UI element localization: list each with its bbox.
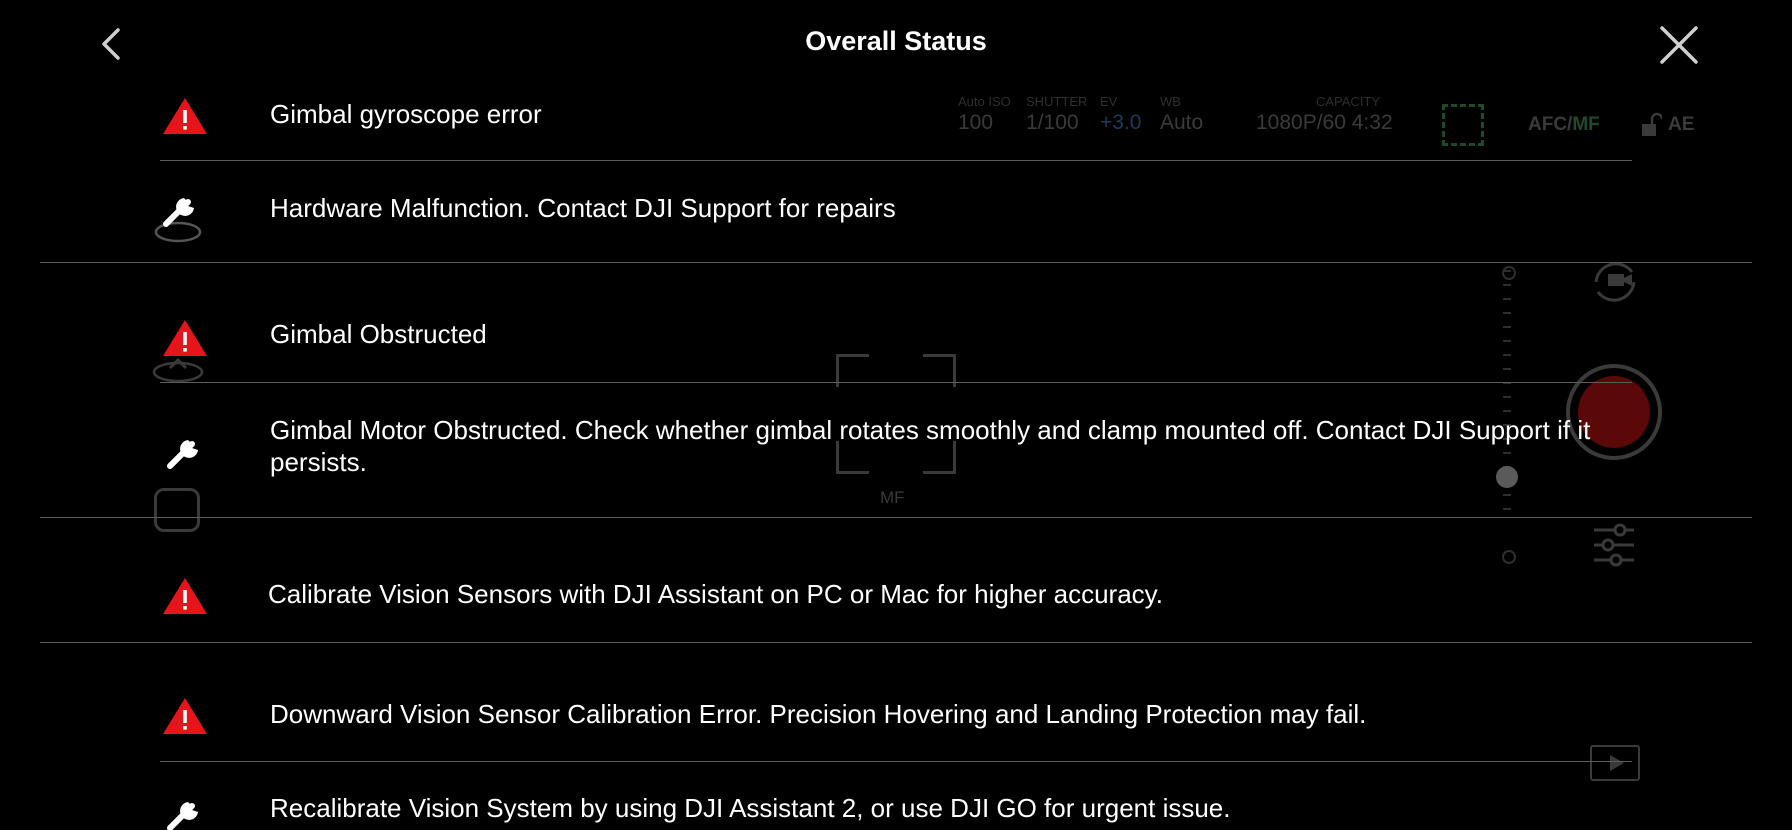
status-text: Calibrate Vision Sensors with DJI Assist… <box>268 579 1163 609</box>
gimbal-icon <box>152 357 204 383</box>
wrench-icon <box>167 802 198 830</box>
status-text: Gimbal Motor Obstructed. Check whether g… <box>270 415 1591 477</box>
list-item: Gimbal gyroscope error <box>0 90 1792 160</box>
slider-top-icon <box>1502 266 1516 280</box>
list-item: Downward Vision Sensor Calibration Error… <box>0 692 1792 744</box>
divider <box>160 761 1632 762</box>
playback-icon <box>1590 745 1640 781</box>
warning-icon <box>163 578 207 614</box>
header: Overall Status <box>0 0 1792 88</box>
divider <box>40 642 1752 643</box>
wrench-icon <box>167 440 198 469</box>
divider <box>160 160 1632 161</box>
list-item: Gimbal Obstructed <box>0 314 1792 384</box>
status-text: Hardware Malfunction. Contact DJI Suppor… <box>270 193 896 223</box>
wrench-icon <box>154 198 202 243</box>
divider <box>160 382 1632 383</box>
slider-bottom-icon <box>1502 550 1516 564</box>
close-button[interactable] <box>1656 22 1702 68</box>
camera-switch-icon <box>1594 262 1636 302</box>
status-text: Downward Vision Sensor Calibration Error… <box>270 699 1367 729</box>
status-text: Gimbal gyroscope error <box>270 99 542 129</box>
list-item: Hardware Malfunction. Contact DJI Suppor… <box>0 184 1792 254</box>
warning-icon <box>163 98 207 134</box>
list-item: Gimbal Motor Obstructed. Check whether g… <box>0 412 1792 512</box>
list-item: Calibrate Vision Sensors with DJI Assist… <box>0 574 1792 626</box>
divider <box>40 262 1752 263</box>
divider <box>40 517 1752 518</box>
status-text: Recalibrate Vision System by using DJI A… <box>270 793 1231 823</box>
settings-sliders-icon <box>1594 523 1634 567</box>
status-text: Gimbal Obstructed <box>270 319 487 349</box>
page-title: Overall Status <box>805 26 987 56</box>
warning-icon <box>163 698 207 734</box>
list-item: Recalibrate Vision System by using DJI A… <box>0 784 1792 830</box>
